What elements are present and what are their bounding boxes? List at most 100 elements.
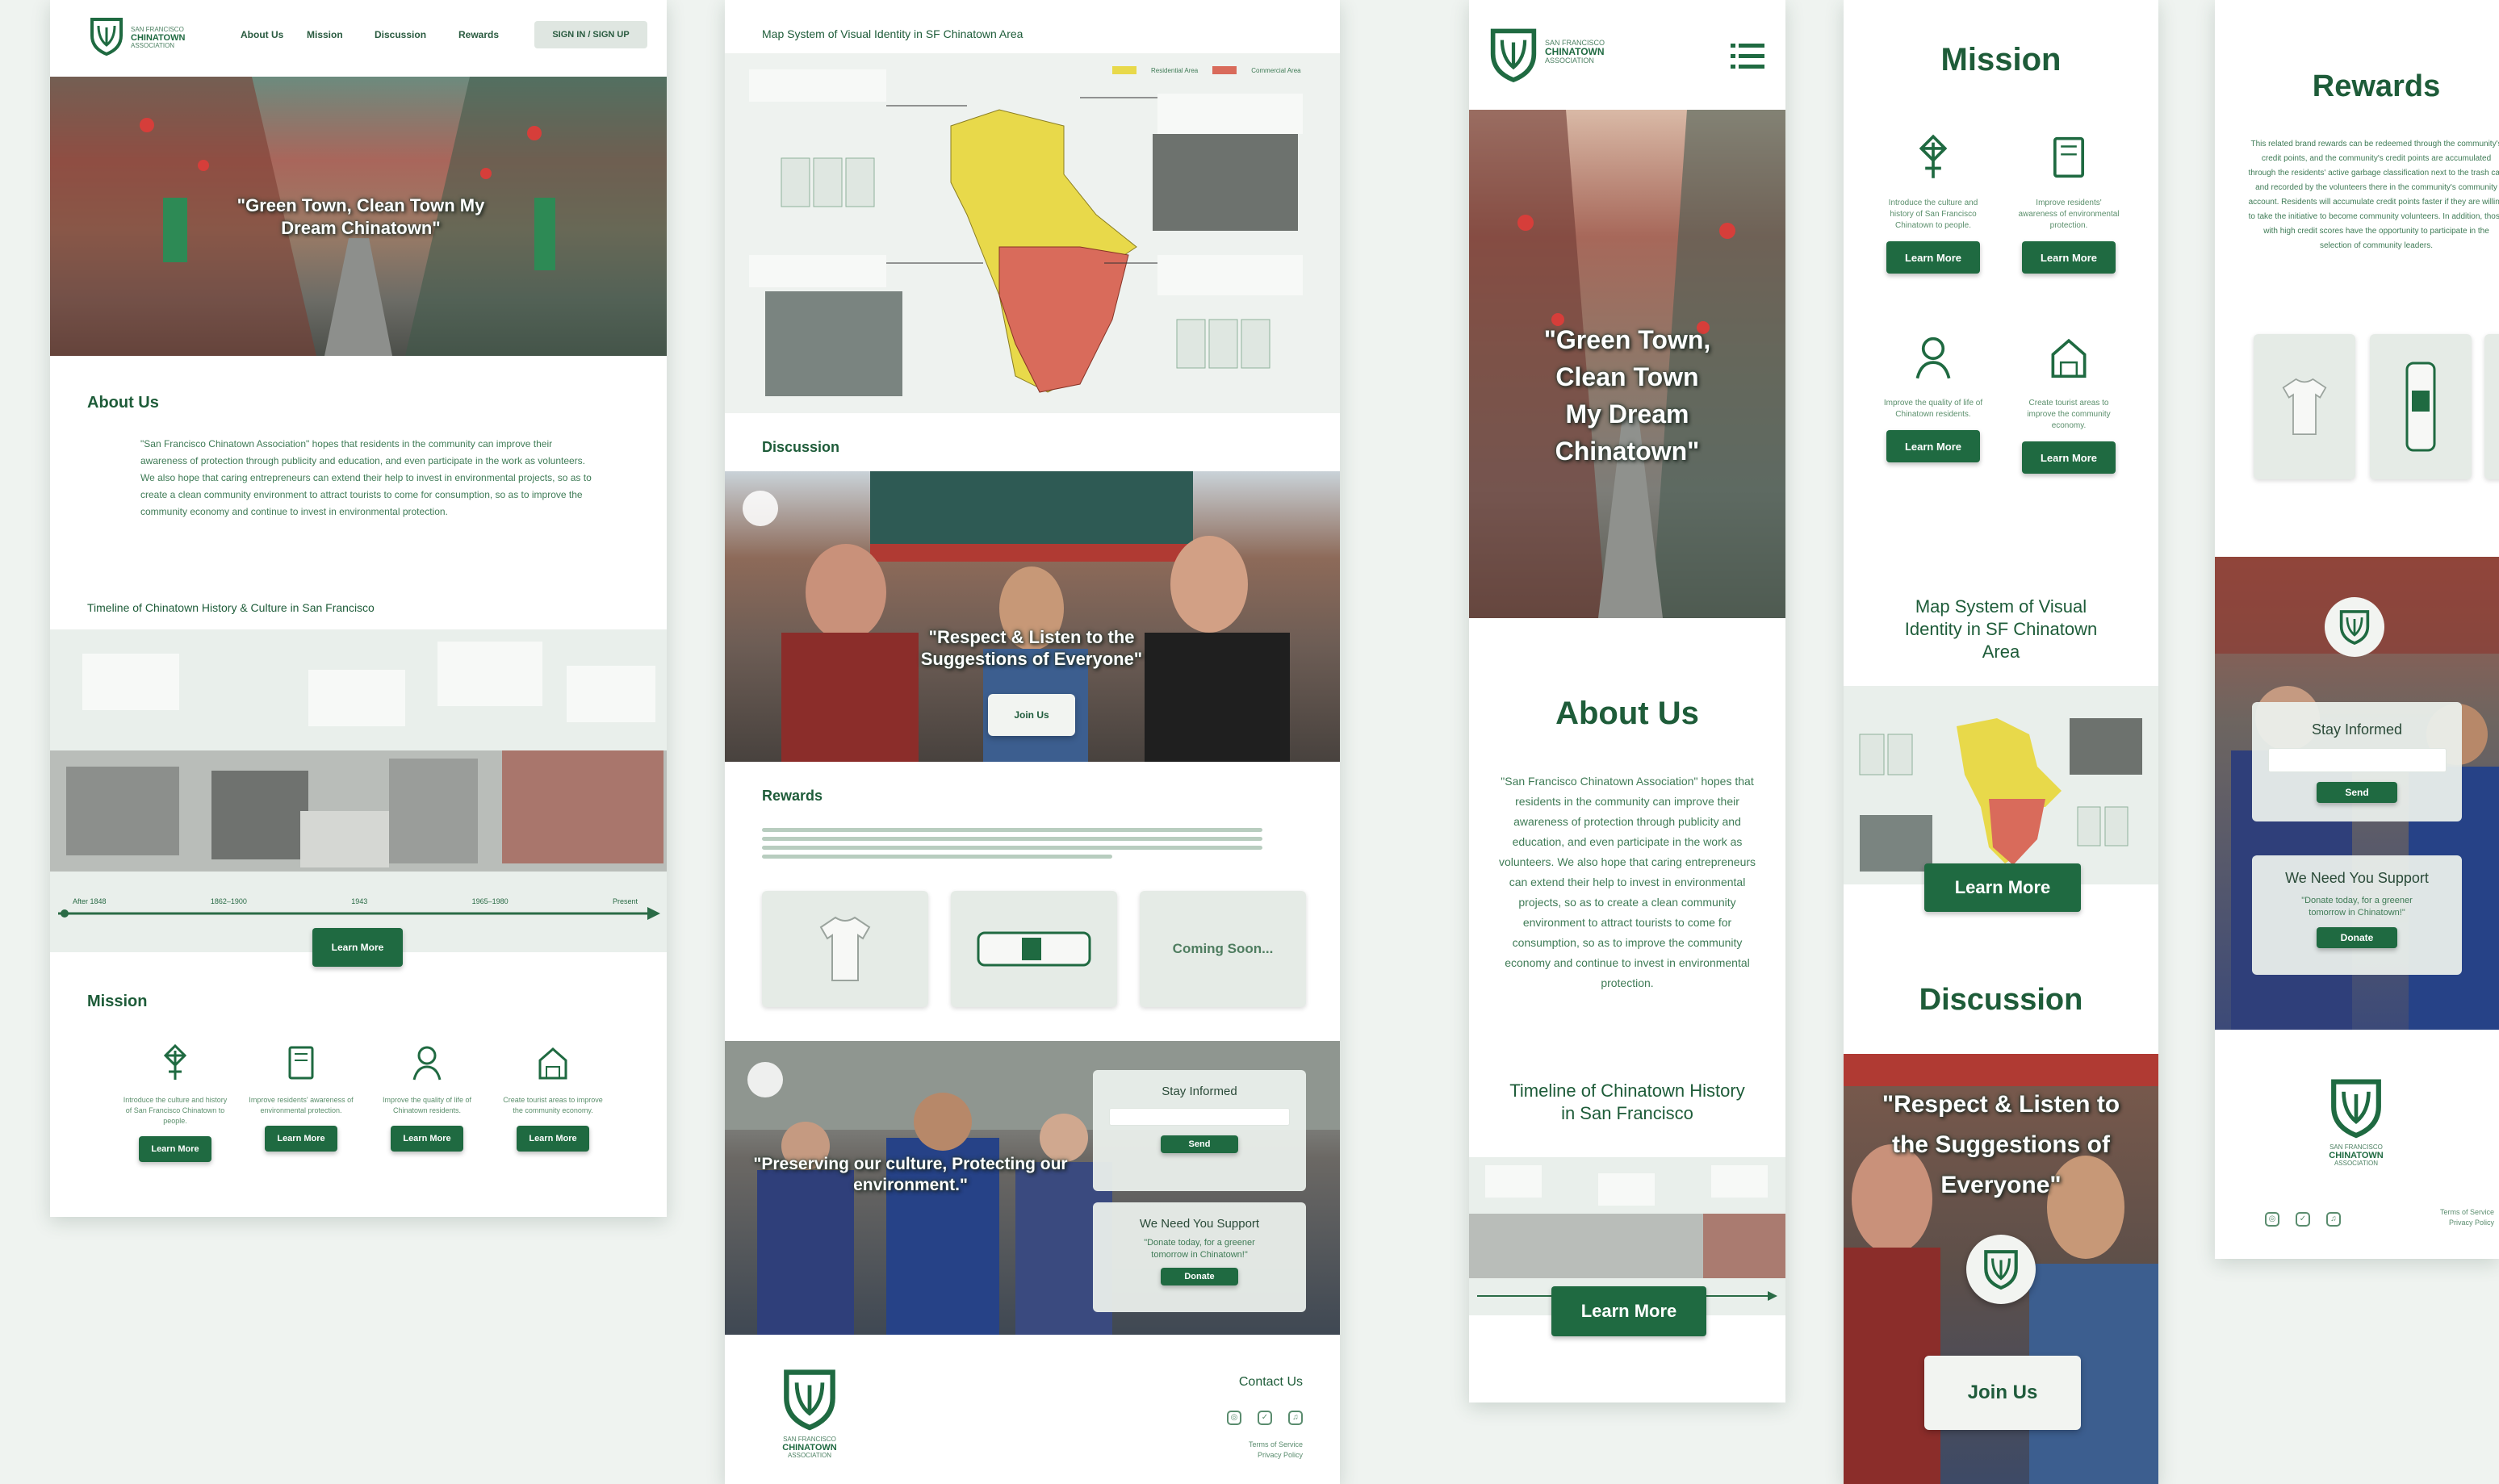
reward-card-coming-soon[interactable]: Coming Soon... xyxy=(1140,891,1306,1007)
mission-learn-more-button[interactable]: Learn More xyxy=(265,1126,337,1152)
shield-logo-icon xyxy=(784,1369,835,1431)
mobile-stay-informed-box: Stay Informed Send xyxy=(2252,702,2462,821)
reward-card-bottle[interactable] xyxy=(951,891,1117,1007)
mobile-send-button[interactable]: Send xyxy=(2317,782,2397,803)
nav-mission[interactable]: Mission xyxy=(307,29,343,40)
discussion-quote: "Respect & Listen to the Suggestions of … xyxy=(920,627,1143,669)
email-input[interactable] xyxy=(1108,1108,1291,1126)
hero-line: Chinatown" xyxy=(1555,437,1700,466)
brand-name-line3: ASSOCIATION xyxy=(131,42,175,49)
mission-item-awareness: Improve residents' awareness of environm… xyxy=(249,1043,354,1152)
mission-learn-more-button[interactable]: Learn More xyxy=(2022,441,2116,474)
person-icon xyxy=(1915,337,1951,379)
bottle-icon xyxy=(2405,362,2436,452)
twitter-icon[interactable]: ✓ xyxy=(2296,1212,2310,1227)
desktop-home-mockup: SAN FRANCISCO CHINATOWN ASSOCIATION Abou… xyxy=(50,0,667,1217)
privacy-link[interactable]: Privacy Policy xyxy=(1249,1450,1303,1461)
brand-logo[interactable]: SAN FRANCISCO CHINATOWN ASSOCIATION xyxy=(1488,26,1605,88)
timeline-dates: After 1848 1862–1900 1943 1965–1980 Pres… xyxy=(73,897,638,905)
mission-title: Mission xyxy=(87,993,148,1010)
brand-name-line3: ASSOCIATION xyxy=(2334,1160,2379,1167)
notification-icon[interactable]: ♫ xyxy=(1288,1411,1303,1425)
brand-name-line2: CHINATOWN xyxy=(2329,1151,2384,1160)
mission-desc: Improve the quality of life of Chinatown… xyxy=(1883,399,1983,419)
mobile-rewards-mockup: Rewards This related brand rewards can b… xyxy=(2215,0,2499,1259)
social-links: ◎ ✓ ♫ xyxy=(1219,1409,1311,1425)
mobile-join-us-button[interactable]: Join Us xyxy=(1924,1356,2081,1430)
nav-discussion[interactable]: Discussion xyxy=(375,29,426,40)
mission-desc: Improve residents' awareness of environm… xyxy=(2018,199,2120,230)
mobile-reward-card-bottle[interactable] xyxy=(2370,334,2472,479)
mobile-reward-card-tshirt[interactable] xyxy=(2254,334,2355,479)
mission-learn-more-button[interactable]: Learn More xyxy=(139,1136,211,1162)
privacy-link[interactable]: Privacy Policy xyxy=(2440,1218,2494,1228)
instagram-icon[interactable]: ◎ xyxy=(1227,1411,1241,1425)
mobile-map-learn-more-button[interactable]: Learn More xyxy=(1924,863,2081,912)
mobile-reward-card-more[interactable] xyxy=(2484,334,2499,479)
hamburger-menu-icon[interactable] xyxy=(1731,42,1764,71)
shield-logo-icon xyxy=(1490,28,1537,83)
banner-quote: "Preserving our culture, Protecting our … xyxy=(753,1155,1068,1194)
timeline-graphic: After 1848 1862–1900 1943 1965–1980 Pres… xyxy=(50,629,667,952)
timeline-learn-more-button[interactable]: Learn More xyxy=(312,928,403,967)
reward-card-tshirt[interactable] xyxy=(762,891,928,1007)
discussion-image: "Respect & Listen to the Suggestions of … xyxy=(725,471,1340,762)
chinatown-map-diagram xyxy=(1859,718,2142,872)
mission-learn-more-button[interactable]: Learn More xyxy=(1886,241,1980,274)
support-box: We Need You Support "Donate today, for a… xyxy=(1093,1202,1306,1312)
tshirt-icon xyxy=(819,916,871,981)
rewards-title: Rewards xyxy=(762,788,823,804)
mobile-timeline-title: Timeline of Chinatown History in San Fra… xyxy=(1509,1081,1745,1123)
map-legend: Residential Area Commercial Area xyxy=(1112,66,1301,74)
mobile-donate-button[interactable]: Donate xyxy=(2317,927,2397,948)
mobile-support-box: We Need You Support "Donate today, for a… xyxy=(2252,855,2462,975)
tshirt-icon xyxy=(2282,378,2327,435)
terms-link[interactable]: Terms of Service xyxy=(2440,1207,2494,1218)
hero-line: My Dream xyxy=(1565,399,1689,428)
mobile-mission-item-quality: Improve the quality of life of Chinatown… xyxy=(1881,329,1986,462)
mission-item-quality: Improve the quality of life of Chinatown… xyxy=(375,1043,479,1152)
mobile-rewards-text: This related brand rewards can be redeem… xyxy=(2248,140,2499,250)
mobile-about-text: "San Francisco Chinatown Association" ho… xyxy=(1498,775,1756,989)
donate-button[interactable]: Donate xyxy=(1161,1268,1238,1285)
twitter-icon[interactable]: ✓ xyxy=(1258,1411,1272,1425)
map-section: Residential Area Commercial Area xyxy=(725,53,1340,413)
mobile-hero-quote: "Green Town, Clean Town My Dream Chinato… xyxy=(1485,321,1769,470)
mobile-volunteer-image: Stay Informed Send We Need You Support "… xyxy=(2215,557,2499,1030)
nav-rewards[interactable]: Rewards xyxy=(458,29,499,40)
notification-icon[interactable]: ♫ xyxy=(2326,1212,2341,1227)
terms-link[interactable]: Terms of Service xyxy=(1249,1440,1303,1450)
hero-line: Clean Town xyxy=(1555,362,1699,391)
mobile-discussion-image: "Respect & Listen to the Suggestions of … xyxy=(1844,1054,2158,1484)
hero-image: "Green Town, Clean Town My Dream Chinato… xyxy=(50,77,667,356)
mobile-timeline-learn-more-button[interactable]: Learn More xyxy=(1551,1286,1706,1336)
nav-about-us[interactable]: About Us xyxy=(241,29,283,40)
stay-informed-title: Stay Informed xyxy=(1162,1085,1237,1098)
legend-swatch-commercial xyxy=(1212,66,1237,74)
footer-logo[interactable]: SAN FRANCISCO CHINATOWN ASSOCIATION xyxy=(765,1367,854,1460)
shield-logo-icon xyxy=(1984,1250,2018,1290)
brand-logo[interactable]: SAN FRANCISCO CHINATOWN ASSOCIATION xyxy=(89,16,210,56)
mission-item-tourism: Create tourist areas to improve the comm… xyxy=(500,1043,605,1152)
mobile-footer-logo[interactable]: SAN FRANCISCO CHINATOWN ASSOCIATION xyxy=(2312,1076,2401,1168)
mission-desc: Introduce the culture and history of San… xyxy=(123,1096,228,1125)
mission-learn-more-button[interactable]: Learn More xyxy=(391,1126,463,1152)
support-text: "Donate today, for a greener tomorrow in… xyxy=(1144,1238,1255,1260)
support-title: We Need You Support xyxy=(1139,1217,1260,1231)
knot-icon xyxy=(163,1043,187,1080)
mission-learn-more-button[interactable]: Learn More xyxy=(1886,430,1980,462)
mobile-discussion-title: Discussion xyxy=(1919,983,2083,1017)
mobile-mission-item-culture: Introduce the culture and history of San… xyxy=(1881,129,1986,274)
mission-learn-more-button[interactable]: Learn More xyxy=(517,1126,589,1152)
discussion-badge-icon xyxy=(1966,1235,2036,1304)
join-us-button[interactable]: Join Us xyxy=(988,694,1075,736)
instagram-icon[interactable]: ◎ xyxy=(2265,1212,2279,1227)
mission-desc: Improve residents' awareness of environm… xyxy=(249,1096,354,1114)
person-icon xyxy=(412,1046,442,1081)
mobile-email-input[interactable] xyxy=(2267,748,2447,772)
send-button[interactable]: Send xyxy=(1161,1135,1238,1153)
brand-name-line2: CHINATOWN xyxy=(131,33,186,43)
sign-in-button[interactable]: SIGN IN / SIGN UP xyxy=(534,21,647,48)
hero-quote: "Green Town, Clean Town My Dream Chinato… xyxy=(237,195,485,238)
mission-learn-more-button[interactable]: Learn More xyxy=(2022,241,2116,274)
